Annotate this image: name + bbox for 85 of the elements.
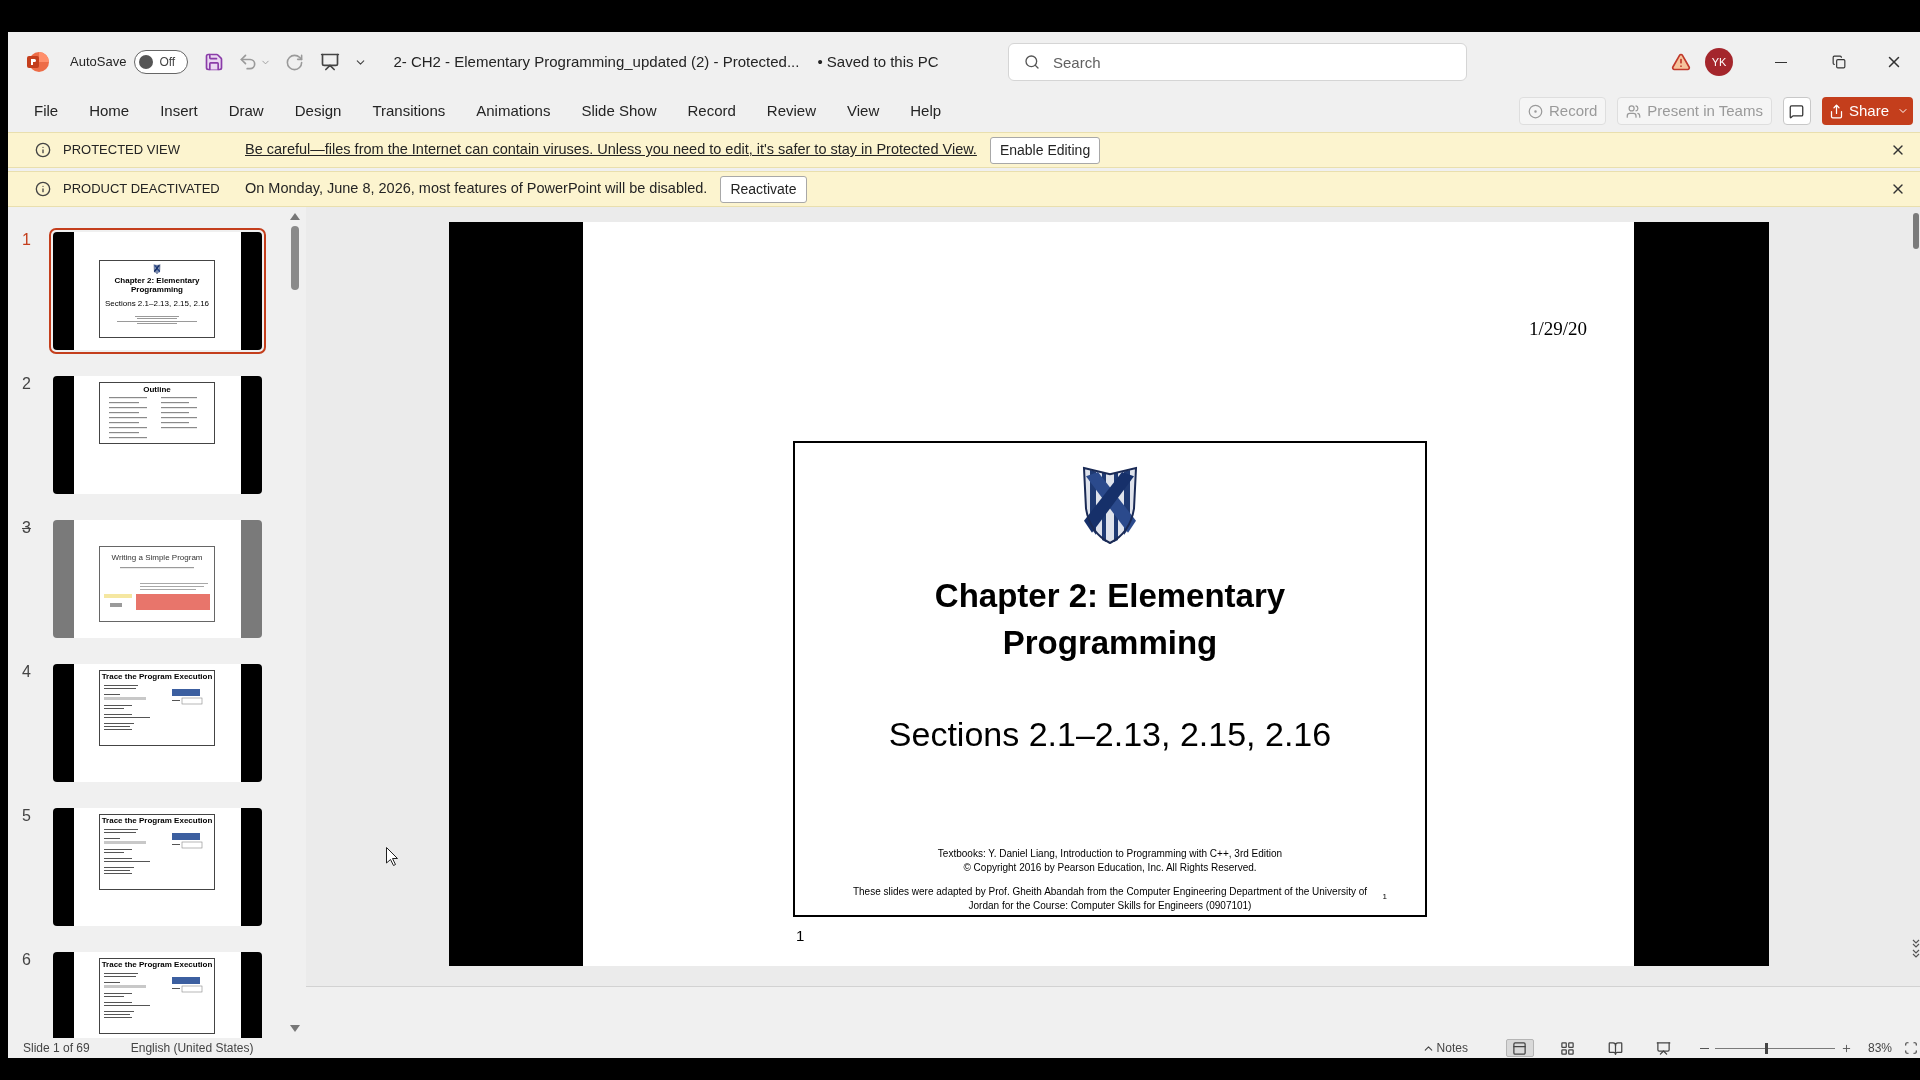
slide-counter: Slide 1 of 69: [23, 1040, 90, 1057]
toggle-knob-icon: [139, 55, 154, 69]
scroll-down-icon[interactable]: [290, 1025, 300, 1032]
ribbon-tab[interactable]: Slide Show: [581, 94, 657, 128]
grid-view-icon: [1560, 1040, 1576, 1056]
scrollbar-thumb[interactable]: [1913, 213, 1919, 249]
slide-thumbnail[interactable]: Trace the Program Execution: [49, 804, 266, 930]
message-bar-title: PROTECTED VIEW: [63, 141, 181, 160]
slide-number: 5: [22, 806, 32, 826]
presentation-icon: [1656, 1040, 1672, 1056]
ribbon-tab[interactable]: Design: [294, 94, 342, 128]
ribbon-tab[interactable]: Home: [89, 94, 130, 128]
ribbon-tab[interactable]: Draw: [228, 94, 264, 128]
normal-view-icon: [1512, 1040, 1528, 1056]
ribbon-tab[interactable]: Review: [766, 94, 817, 128]
zoom-in-icon[interactable]: [1840, 1042, 1852, 1054]
thumbnail-title: Trace the Program Execution: [101, 672, 213, 681]
ribbon-tab[interactable]: Insert: [160, 94, 198, 128]
language-status[interactable]: English (United States): [130, 1039, 254, 1057]
info-icon: [35, 142, 51, 158]
ribbon-tab[interactable]: Help: [910, 94, 942, 128]
book-icon: [1608, 1040, 1624, 1056]
share-icon: [1828, 103, 1844, 119]
adaptation-note: These slides were adapted by Prof. Gheith Abandah from the Computer Engineering Department of the University of Jordan for the Course: Computer Skills for Engineers (0907101): [851, 885, 1369, 913]
thumbnail-title: Trace the Program Execution: [101, 816, 213, 825]
minimize-icon: [1775, 61, 1787, 63]
search-field[interactable]: Search: [1008, 43, 1467, 81]
message-text: On Monday, June 8, 2026, most features of PowerPoint will be disabled.: [245, 179, 708, 199]
comment-icon: [1789, 103, 1805, 119]
save-icon[interactable]: [204, 52, 225, 72]
slide-thumbnail[interactable]: Chapter 2: Elementary Programming Sections 2.1–2.13, 2.15, 2.16: [49, 228, 266, 354]
view-button[interactable]: [1505, 1039, 1534, 1057]
slide-thumbnail[interactable]: Outline: [49, 372, 266, 498]
slide-thumbnail[interactable]: Writing a Simple Program: [49, 516, 266, 642]
message-bar-button[interactable]: Enable Editing: [989, 136, 1101, 164]
warning-icon[interactable]: [1671, 52, 1691, 72]
slide-number: 1: [22, 230, 32, 250]
ribbon-tab[interactable]: File: [34, 94, 59, 128]
avatar[interactable]: YK: [1705, 48, 1733, 76]
ribbon-tab[interactable]: Transitions: [372, 94, 446, 128]
zoom-level[interactable]: 83%: [1867, 1039, 1892, 1057]
thumbnail-title: Writing a Simple Program: [111, 553, 203, 562]
slide-thumbnail[interactable]: Trace the Program Execution: [49, 948, 266, 1038]
autosave-label: AutoSave: [70, 53, 127, 72]
share-button[interactable]: Share: [1821, 97, 1913, 125]
zoom-slider-thumb[interactable]: [1765, 1042, 1769, 1054]
slide-subtitle: Sections 2.1–2.13, 2.15, 2.16: [888, 714, 1332, 754]
slide-page-number: 1: [796, 927, 805, 945]
record-icon: [1528, 103, 1543, 119]
slide-date: 1/29/20: [1528, 318, 1587, 340]
message-bar-title: PRODUCT DEACTIVATED: [63, 180, 221, 199]
frame-slide-number: 1: [1382, 892, 1387, 902]
credit-line: Textbooks: Y. Daniel Liang, Introduction to Programming with C++, 3rd Edition: [937, 847, 1283, 861]
document-title: 2- CH2 - Elementary Programming_updated (2) - Protected...: [393, 51, 800, 72]
warning-link[interactable]: Be careful—files from the Internet can contain viruses. Unless you need to edit, it's safer to stay in Protected View.: [245, 139, 977, 161]
slide-thumbnail[interactable]: Trace the Program Execution: [49, 660, 266, 786]
ribbon-tab[interactable]: View: [847, 94, 880, 128]
slide-number: 3: [22, 518, 32, 538]
ribbon-tab[interactable]: Animations: [476, 94, 551, 128]
message-bar-button[interactable]: Reactivate: [720, 175, 807, 203]
app-logo: [26, 50, 50, 74]
autosave-toggle[interactable]: Off: [134, 50, 189, 74]
credit-line: © Copyright 2016 by Pearson Education, Inc. All Rights Reserved.: [963, 861, 1257, 875]
comments-button[interactable]: [1782, 97, 1811, 125]
people-icon: [1626, 103, 1642, 119]
presentation-icon[interactable]: [320, 52, 341, 72]
slide-number: 6: [22, 950, 32, 970]
info-icon: [35, 181, 51, 197]
thumbnail-title: Trace the Program Execution: [101, 960, 213, 969]
scrollbar-thumb[interactable]: [291, 226, 299, 290]
mouse-pointer-icon: [386, 847, 398, 866]
thumbnail-title: Outline: [143, 385, 171, 394]
thumbnail-title: Chapter 2: Elementary Programming: [113, 276, 201, 294]
save-status: • Saved to this PC: [817, 51, 939, 72]
scroll-up-icon[interactable]: [290, 213, 300, 220]
restore-icon: [1832, 55, 1846, 69]
slide-number: 2: [22, 374, 32, 394]
notes-button[interactable]: Notes: [1421, 1039, 1468, 1057]
thumbnail-subtitle: Sections 2.1–2.13, 2.15, 2.16: [104, 299, 210, 308]
double-chevron-icon[interactable]: [1912, 938, 1920, 958]
crest-logo: [153, 264, 161, 274]
ribbon-tab[interactable]: Record: [687, 94, 736, 128]
slide-title: Chapter 2: Elementary Programming: [933, 576, 1287, 663]
slide-number: 4: [22, 662, 32, 682]
fit-slide-icon[interactable]: [1904, 1041, 1918, 1055]
